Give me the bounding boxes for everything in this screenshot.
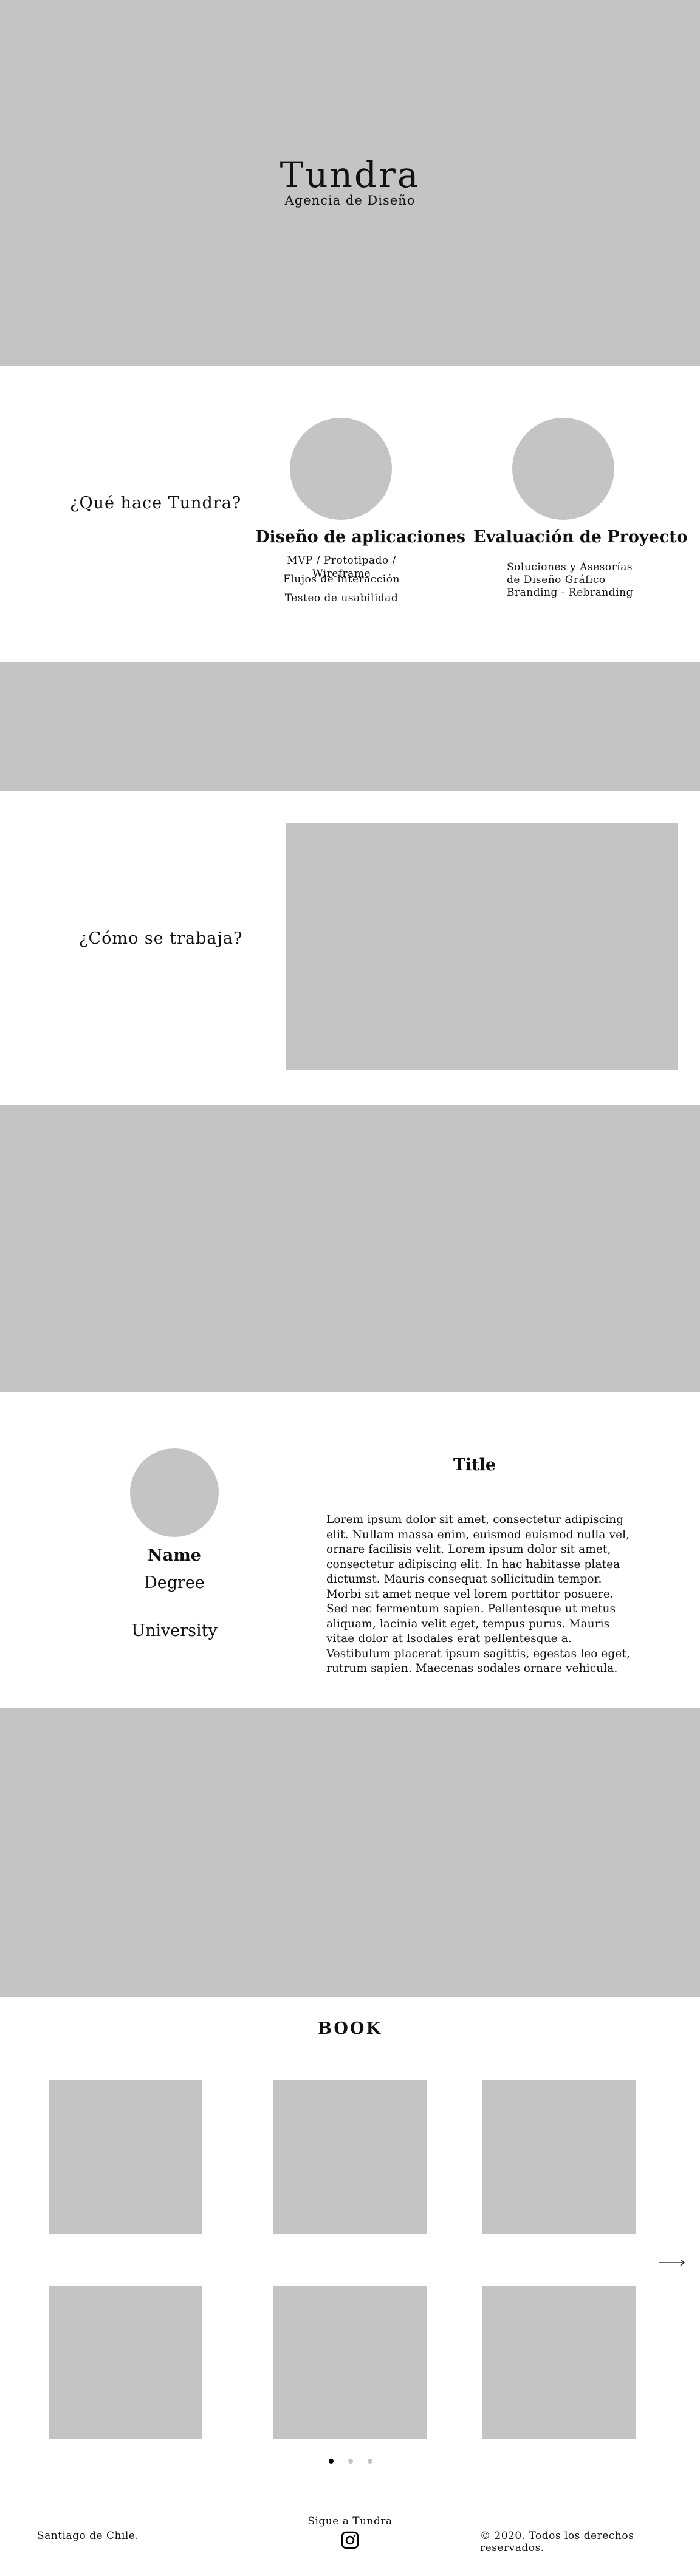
image-band-2	[0, 1105, 700, 1392]
team-member-name: Name	[148, 1546, 201, 1565]
brand-title: Tundra	[280, 154, 420, 196]
image-band-1	[0, 662, 700, 791]
brand-subtitle: Agencia de Diseño	[284, 193, 416, 208]
pagination-dot-1[interactable]	[329, 2459, 334, 2464]
service-list-item: de Diseño Gráfico	[507, 574, 606, 586]
bio-title: Title	[453, 1456, 496, 1474]
image-band-3	[0, 1708, 700, 1997]
process-image	[286, 823, 678, 1070]
service-title-project-evaluation: Evaluación de Proyecto	[473, 528, 688, 547]
pagination-dot-2[interactable]	[348, 2459, 353, 2464]
book-item[interactable]	[273, 2080, 427, 2234]
service-list-item: MVP / Prototipado / Wireframe	[287, 554, 396, 580]
service-list-item: Testeo de usabilidad	[284, 592, 399, 604]
book-title: BOOK	[318, 2019, 382, 2038]
process-heading: ¿Cómo se trabaja?	[79, 929, 243, 948]
book-item[interactable]	[273, 2286, 427, 2439]
service-title-app-design: Diseño de aplicaciones	[255, 528, 466, 547]
service-image-project-evaluation	[512, 418, 614, 520]
hero-banner: Tundra Agencia de Diseño	[0, 0, 700, 366]
service-image-app-design	[290, 418, 392, 520]
footer-location: Santiago de Chile.	[37, 2530, 139, 2542]
carousel-pagination	[329, 2459, 372, 2464]
service-list-project-evaluation: Soluciones y Asesorías de Diseño Gráfico…	[507, 561, 665, 599]
footer-follow-label: Sigue a Tundra	[307, 2515, 393, 2527]
service-list-item: Soluciones y Asesorías	[507, 561, 633, 573]
landing-page: Tundra Agencia de Diseño ¿Qué hace Tundr…	[0, 0, 700, 2576]
book-item[interactable]	[482, 2286, 636, 2439]
pagination-dot-3[interactable]	[368, 2459, 372, 2464]
team-member-degree: Degree	[144, 1573, 205, 1592]
book-item[interactable]	[482, 2080, 636, 2234]
team-member-university: University	[131, 1621, 218, 1640]
service-list-item: Flujos de interacción	[283, 573, 400, 585]
footer-copyright: © 2020. Todos los derechos reservados.	[480, 2530, 634, 2554]
book-item[interactable]	[49, 2286, 202, 2439]
service-list-app-design: MVP / Prototipado / Wireframe Flujos de …	[267, 554, 416, 610]
avatar	[130, 1448, 219, 1537]
service-list-item: Branding - Rebranding	[507, 587, 634, 599]
bio-text: Lorem ipsum dolor sit amet, consectetur …	[326, 1513, 630, 1675]
book-item[interactable]	[49, 2080, 202, 2234]
instagram-icon[interactable]	[341, 2531, 359, 2549]
services-heading: ¿Qué hace Tundra?	[70, 494, 242, 513]
arrow-right-icon[interactable]	[657, 2257, 687, 2269]
